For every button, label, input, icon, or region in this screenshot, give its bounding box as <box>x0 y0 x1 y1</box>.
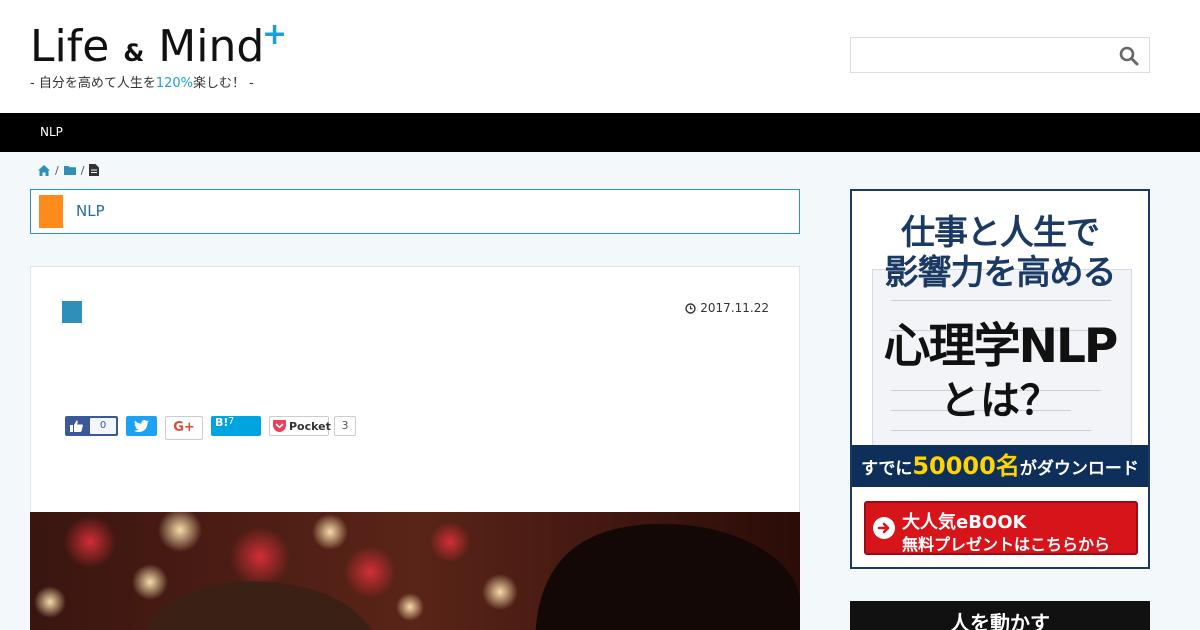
banner-subtitle: とは？ <box>940 378 1060 424</box>
facebook-like-button[interactable]: 0 <box>65 416 118 436</box>
breadcrumb-separator: / <box>80 163 85 177</box>
search-box <box>850 37 1150 73</box>
sidebar-banner-2[interactable]: 人を動かす <box>850 601 1150 630</box>
article-card: 2017.11.22 0 G+ B! 7 Pocket 3 <box>30 266 800 630</box>
nlp-ebook-banner[interactable]: 仕事と人生で 影響力を高める 心理学NLP とは？ すでに50000名がダウンロー… <box>850 189 1150 569</box>
folder-icon[interactable] <box>63 165 76 175</box>
site-tagline: - 自分を高めて人生を120%楽しむ！ - <box>30 76 254 91</box>
banner2-title: 人を動かす <box>950 611 1050 630</box>
global-nav: NLP <box>0 113 1200 152</box>
clock-icon <box>685 302 696 314</box>
nav-item-nlp[interactable]: NLP <box>40 125 63 139</box>
site-header: Life & Mind + - 自分を高めて人生を120%楽しむ！ - <box>0 0 1200 113</box>
hatena-bookmark-button[interactable]: B! 7 <box>211 416 261 436</box>
category-title: NLP <box>76 202 105 220</box>
post-date: 2017.11.22 <box>685 301 769 315</box>
category-heading: NLP <box>30 189 800 234</box>
article-eyecatch-image[interactable] <box>30 512 800 630</box>
home-icon[interactable] <box>38 164 50 176</box>
breadcrumb-separator: / <box>55 163 59 177</box>
article-category-mark[interactable] <box>62 301 82 323</box>
pocket-button[interactable]: Pocket <box>269 416 331 436</box>
file-icon <box>89 164 100 176</box>
pocket-icon <box>273 420 286 432</box>
breadcrumb: / / <box>38 163 100 177</box>
hatena-icon: B! <box>215 416 229 429</box>
pocket-label: Pocket <box>289 420 331 433</box>
banner-title: 心理学NLP <box>883 319 1119 374</box>
site-logo[interactable]: Life & Mind + - 自分を高めて人生を120%楽しむ！ - <box>30 20 287 92</box>
facebook-count: 0 <box>90 418 116 434</box>
search-input[interactable] <box>851 38 1101 72</box>
pocket-count: 3 <box>334 416 356 436</box>
logo-text: Life & Mind <box>30 21 265 72</box>
twitter-share-button[interactable] <box>126 416 157 436</box>
hatena-count: 7 <box>228 416 235 427</box>
arrow-right-icon <box>873 517 895 539</box>
twitter-icon <box>134 420 149 432</box>
logo-plus: + <box>262 17 288 52</box>
thumbs-up-icon <box>70 420 83 432</box>
ebook-cta-button[interactable]: 大人気eBOOK 無料プレゼントはこちらから <box>864 501 1138 555</box>
google-plus-button[interactable]: G+ <box>165 416 203 440</box>
category-mark <box>39 195 63 228</box>
search-icon[interactable] <box>1119 46 1139 66</box>
download-count-strip: すでに50000名がダウンロード <box>852 445 1148 487</box>
cta-line2: 無料プレゼントはこちらから <box>902 535 1111 554</box>
banner-headline: 仕事と人生で 影響力を高める <box>884 213 1117 293</box>
